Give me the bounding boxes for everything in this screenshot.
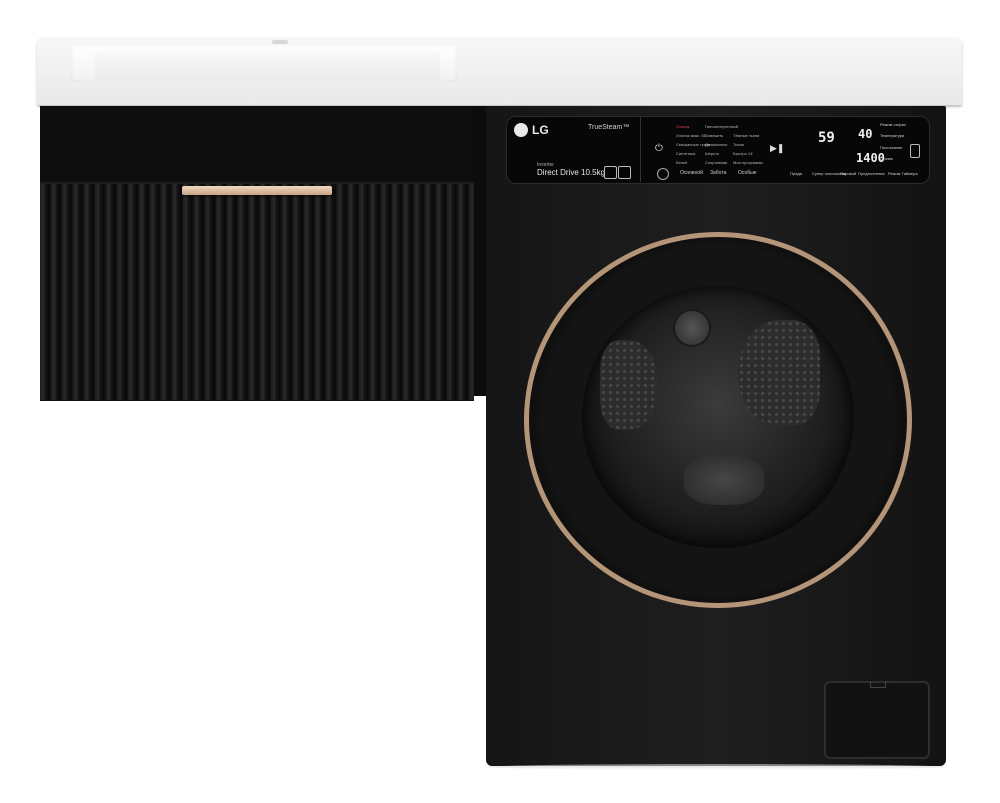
child-lock-icon[interactable] (910, 144, 920, 158)
drum-lifter (600, 340, 658, 430)
cabinet-drawer[interactable] (40, 184, 474, 400)
brand-logo: LG (514, 122, 564, 138)
drawer-handle[interactable] (182, 186, 332, 195)
floor-shadow (486, 764, 946, 770)
status-display (790, 122, 844, 166)
program-item[interactable]: Тёмные ткани (733, 133, 759, 138)
program-item[interactable]: Хлопок макс. 60 (676, 133, 706, 138)
time-display: 59 (818, 130, 835, 146)
program-item[interactable]: Хлопок (676, 124, 689, 129)
steam-badge-icon (604, 166, 617, 179)
category-main: Основной (680, 170, 703, 176)
brand-name: LG (532, 123, 549, 137)
spin-label[interactable]: Отжим (880, 156, 893, 161)
temperature-label[interactable]: Температура (880, 133, 904, 138)
program-item[interactable]: Шерсть (705, 151, 719, 156)
lg-logo-icon (514, 123, 528, 137)
power-icon[interactable]: ⏻ (655, 144, 665, 154)
option-timer[interactable]: Режим Таймера (888, 171, 918, 176)
panel-divider (640, 116, 641, 182)
filter-hatch-notch[interactable] (870, 681, 886, 688)
faucet-hole (272, 40, 288, 44)
wifi-icon[interactable] (657, 168, 669, 180)
mode-label[interactable]: Режим стирки (880, 122, 906, 127)
program-item[interactable]: Мои программы (733, 160, 763, 165)
program-item[interactable]: Гипоаллергенный (705, 124, 738, 129)
model-label: Direct Drive 10.5kg (537, 168, 606, 177)
truesteam-label: TrueSteam™ (588, 124, 630, 131)
wash-badge-icon (618, 166, 631, 179)
temperature-display: 40 (858, 127, 873, 141)
category-care: Забота (710, 170, 727, 176)
sink-bowl (95, 50, 440, 80)
option-steam[interactable]: Паровой (840, 171, 856, 176)
program-item[interactable]: Деликатные (705, 142, 727, 147)
cabinet-top-panel (40, 106, 474, 184)
option-favourite[interactable]: Предпочтения (858, 171, 885, 176)
category-special: Особые (738, 170, 757, 176)
rinse-label[interactable]: Полоскание (880, 145, 902, 150)
drum-lifter (684, 455, 764, 505)
program-item[interactable]: Бельё (676, 160, 687, 165)
program-item[interactable]: Быстро 14' (733, 151, 753, 156)
drum-lifter (738, 320, 820, 426)
option-prewash[interactable]: Предв. (790, 171, 803, 176)
drum-hub (673, 309, 711, 347)
program-item[interactable]: Синтетика (676, 151, 695, 156)
program-item[interactable]: Освежить (705, 133, 723, 138)
filter-hatch[interactable] (824, 681, 930, 759)
program-item[interactable]: Спортивная (705, 160, 727, 165)
start-pause-icon[interactable]: ▶︎❚ (770, 143, 784, 154)
program-item[interactable]: Тихая (733, 142, 744, 147)
